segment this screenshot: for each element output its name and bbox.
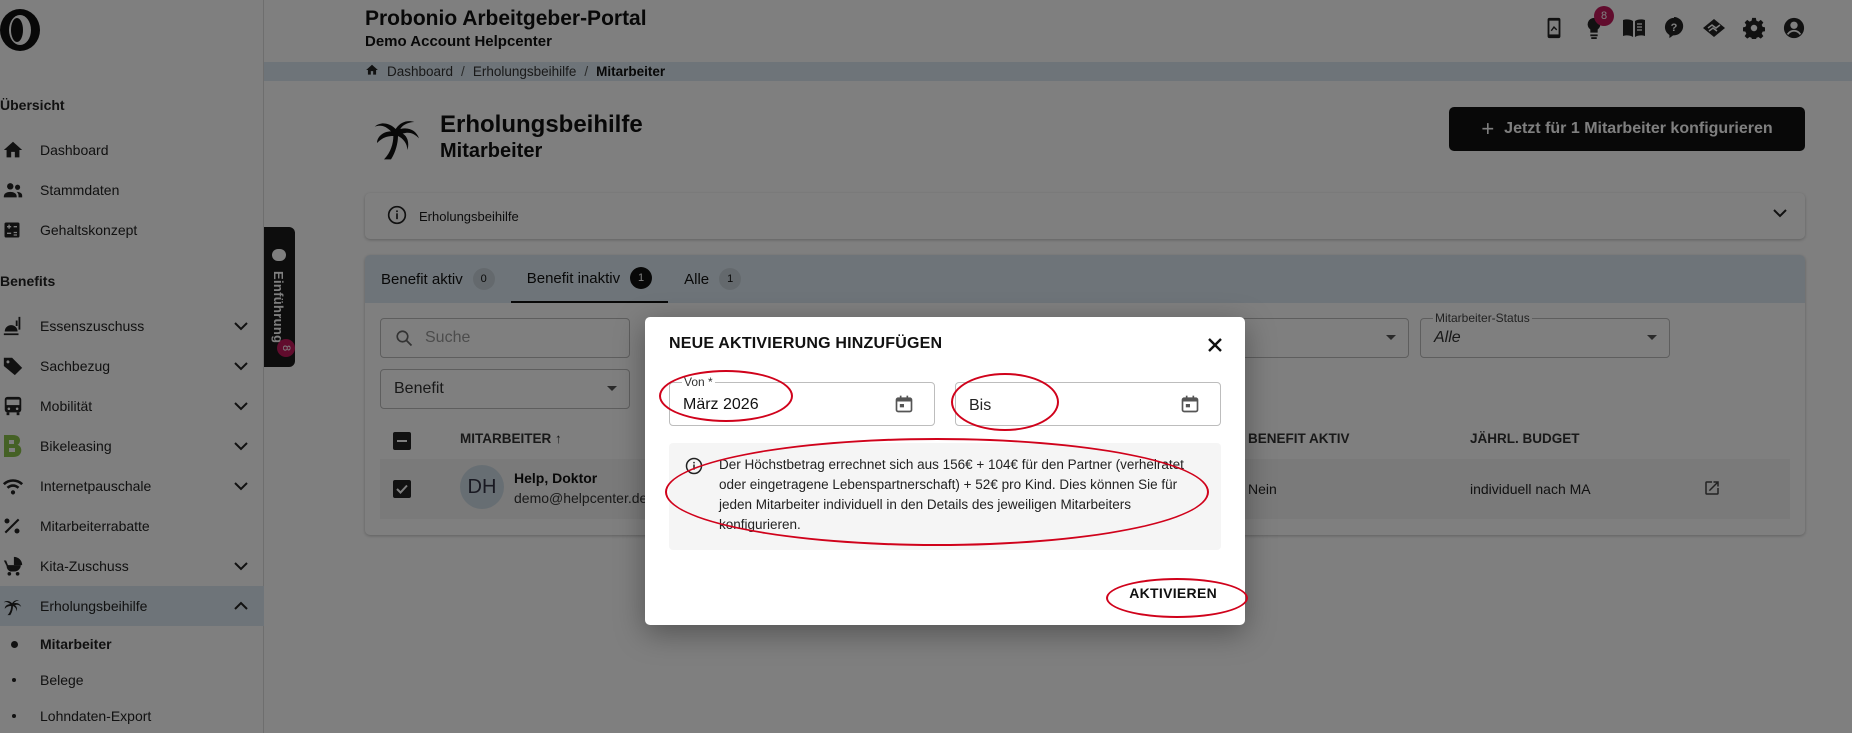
from-date-label: Von * (682, 375, 715, 389)
to-date-field[interactable]: Bis (955, 382, 1221, 426)
budget-note: Der Höchstbetrag errechnet sich aus 156€… (669, 443, 1221, 550)
dialog-title: NEUE AKTIVIERUNG HINZUFÜGEN (669, 335, 943, 352)
to-date-placeholder: Bis (969, 397, 992, 414)
from-date-field[interactable]: Von * März 2026 (669, 375, 935, 426)
activation-dialog: NEUE AKTIVIERUNG HINZUFÜGEN Von * März 2… (645, 317, 1245, 625)
budget-note-text: Der Höchstbetrag errechnet sich aus 156€… (719, 457, 1184, 532)
calendar-icon[interactable] (894, 394, 914, 419)
calendar-icon[interactable] (1180, 394, 1200, 419)
close-icon[interactable] (1203, 333, 1227, 357)
info-icon (685, 457, 703, 480)
activate-button[interactable]: AKTIVIEREN (1129, 585, 1217, 601)
from-date-value: März 2026 (683, 396, 759, 413)
